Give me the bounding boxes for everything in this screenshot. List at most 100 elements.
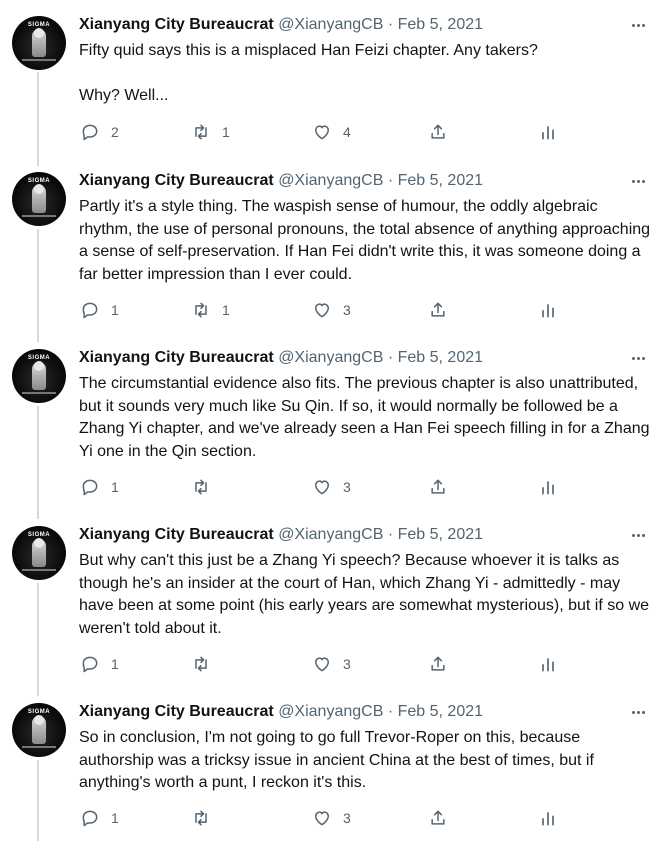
tweet-date[interactable]: Feb 5, 2021 — [398, 703, 483, 720]
retweet-button[interactable]: 1 — [191, 120, 230, 144]
like-count: 3 — [343, 302, 351, 318]
author-name[interactable]: Xianyang City Bureaucrat — [79, 526, 274, 543]
more-icon[interactable] — [627, 524, 649, 546]
separator-dot: · — [387, 349, 394, 366]
author-handle[interactable]: @XianyangCB — [278, 703, 383, 720]
like-button[interactable]: 3 — [312, 475, 351, 499]
share-button[interactable] — [428, 652, 448, 676]
author-name[interactable]: Xianyang City Bureaucrat — [79, 349, 274, 366]
analytics-button[interactable] — [538, 475, 558, 499]
avatar-figure-head — [34, 184, 44, 194]
retweet-icon — [195, 479, 207, 495]
retweet-button[interactable] — [191, 806, 222, 830]
share-button[interactable] — [428, 120, 448, 144]
avatar[interactable]: SIGMA — [12, 349, 66, 403]
avatar-tagline — [22, 215, 56, 217]
tweet-actions: 1 1 3 — [72, 298, 562, 322]
tweet[interactable]: SIGMA Xianyang City Bureaucrat @Xianyang… — [0, 160, 671, 337]
tweet-date[interactable]: Feb 5, 2021 — [398, 349, 483, 366]
like-count: 4 — [343, 124, 351, 140]
reply-count: 1 — [111, 656, 119, 672]
tweet-header: Xianyang City Bureaucrat @XianyangCB · F… — [79, 347, 483, 369]
like-button[interactable]: 3 — [312, 298, 351, 322]
separator-dot: · — [387, 703, 394, 720]
reply-icon — [82, 810, 98, 827]
analytics-icon — [542, 481, 554, 495]
tweet[interactable]: SIGMA Xianyang City Bureaucrat @Xianyang… — [0, 0, 671, 160]
avatar[interactable]: SIGMA — [12, 172, 66, 226]
avatar[interactable]: SIGMA — [12, 16, 66, 70]
reply-button[interactable]: 2 — [80, 120, 119, 144]
share-button[interactable] — [428, 298, 448, 322]
author-handle[interactable]: @XianyangCB — [278, 172, 383, 189]
analytics-icon — [542, 658, 554, 672]
avatar-figure-head — [34, 361, 44, 371]
avatar[interactable]: SIGMA — [12, 703, 66, 757]
like-count: 3 — [343, 656, 351, 672]
reply-button[interactable]: 1 — [80, 298, 119, 322]
avatar-figure-head — [34, 715, 44, 725]
tweet-text: But why can't this just be a Zhang Yi sp… — [79, 552, 654, 637]
analytics-icon — [542, 126, 554, 140]
author-handle[interactable]: @XianyangCB — [278, 349, 383, 366]
reply-icon — [82, 302, 98, 319]
heart-icon — [315, 125, 329, 140]
tweet-date[interactable]: Feb 5, 2021 — [398, 526, 483, 543]
share-button[interactable] — [428, 806, 448, 830]
tweet-actions: 2 1 4 — [72, 120, 562, 144]
like-button[interactable]: 3 — [312, 652, 351, 676]
avatar-figure-head — [34, 538, 44, 548]
tweet-header: Xianyang City Bureaucrat @XianyangCB · F… — [79, 524, 483, 546]
tweet-thread: SIGMA Xianyang City Bureaucrat @Xianyang… — [0, 0, 671, 841]
avatar-figure-head — [34, 28, 44, 38]
tweet-text: So in conclusion, I'm not going to go fu… — [79, 729, 599, 791]
author-handle[interactable]: @XianyangCB — [278, 16, 383, 33]
author-name[interactable]: Xianyang City Bureaucrat — [79, 16, 274, 33]
retweet-button[interactable] — [191, 475, 222, 499]
avatar[interactable]: SIGMA — [12, 526, 66, 580]
retweet-button[interactable] — [191, 652, 222, 676]
share-icon — [431, 810, 445, 825]
tweet-date[interactable]: Feb 5, 2021 — [398, 172, 483, 189]
like-button[interactable]: 4 — [312, 120, 351, 144]
like-count: 3 — [343, 479, 351, 495]
retweet-icon — [195, 124, 207, 140]
separator-dot: · — [387, 16, 394, 33]
tweet[interactable]: SIGMA Xianyang City Bureaucrat @Xianyang… — [0, 691, 671, 841]
tweet-actions: 1 3 — [72, 475, 562, 499]
more-icon[interactable] — [627, 347, 649, 369]
reply-button[interactable]: 1 — [80, 475, 119, 499]
tweet-text: The circumstantial evidence also fits. T… — [79, 375, 654, 460]
separator-dot: · — [387, 172, 394, 189]
share-button[interactable] — [428, 475, 448, 499]
reply-button[interactable]: 1 — [80, 806, 119, 830]
share-icon — [431, 124, 445, 139]
author-name[interactable]: Xianyang City Bureaucrat — [79, 172, 274, 189]
retweet-icon — [195, 656, 207, 672]
more-icon[interactable] — [627, 701, 649, 723]
analytics-button[interactable] — [538, 298, 558, 322]
more-icon[interactable] — [627, 170, 649, 192]
tweet[interactable]: SIGMA Xianyang City Bureaucrat @Xianyang… — [0, 514, 671, 691]
analytics-button[interactable] — [538, 652, 558, 676]
analytics-button[interactable] — [538, 120, 558, 144]
retweet-button[interactable]: 1 — [191, 298, 230, 322]
tweet[interactable]: SIGMA Xianyang City Bureaucrat @Xianyang… — [0, 337, 671, 514]
author-handle[interactable]: @XianyangCB — [278, 526, 383, 543]
tweet-text: Fifty quid says this is a misplaced Han … — [79, 42, 538, 104]
analytics-icon — [542, 812, 554, 826]
reply-button[interactable]: 1 — [80, 652, 119, 676]
reply-count: 2 — [111, 124, 119, 140]
like-button[interactable]: 3 — [312, 806, 351, 830]
analytics-button[interactable] — [538, 806, 558, 830]
reply-count: 1 — [111, 810, 119, 826]
tweet-date[interactable]: Feb 5, 2021 — [398, 16, 483, 33]
tweet-actions: 1 3 — [72, 806, 562, 830]
tweet-actions: 1 3 — [72, 652, 562, 676]
analytics-icon — [542, 304, 554, 318]
more-icon[interactable] — [627, 14, 649, 36]
author-name[interactable]: Xianyang City Bureaucrat — [79, 703, 274, 720]
tweet-header: Xianyang City Bureaucrat @XianyangCB · F… — [79, 701, 483, 723]
reply-count: 1 — [111, 302, 119, 318]
tweet-text: Partly it's a style thing. The waspish s… — [79, 198, 655, 283]
